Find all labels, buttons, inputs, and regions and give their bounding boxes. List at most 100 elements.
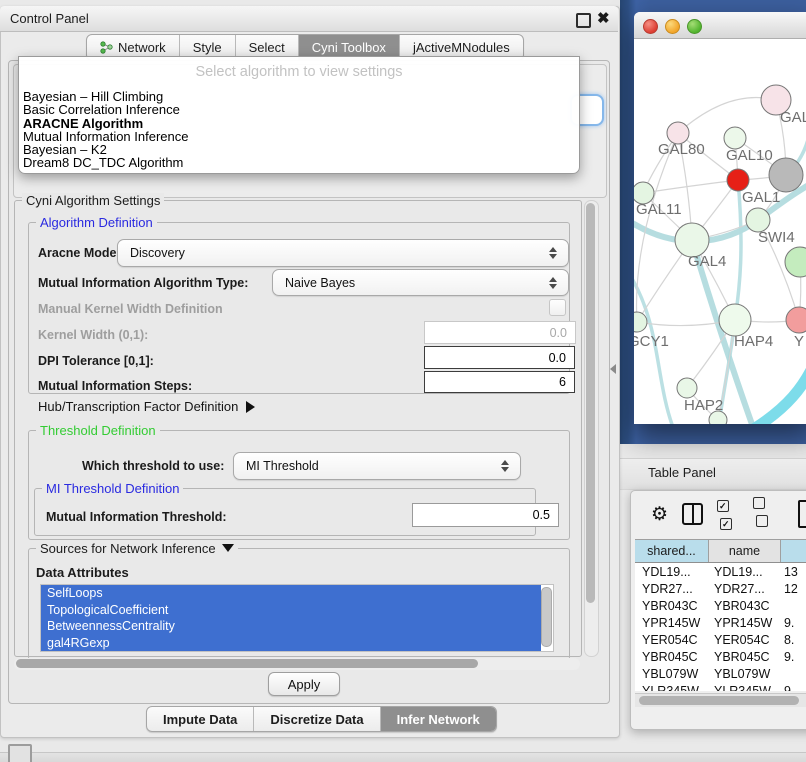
algorithm-option[interactable]: Bayesian – Hill Climbing	[23, 90, 575, 103]
table-cell: YER054C	[635, 633, 709, 647]
network-node[interactable]	[785, 247, 806, 277]
column-header-shared-name[interactable]: shared...	[635, 540, 709, 562]
dpi-tolerance-label: DPI Tolerance [0,1]:	[38, 354, 154, 368]
network-node[interactable]	[769, 158, 803, 192]
table-cell: YBL079W	[635, 667, 709, 681]
kernel-width-input: 0.0	[424, 321, 576, 344]
table-cell: YBR043C	[635, 599, 709, 613]
table-cell: YDL19...	[709, 565, 781, 579]
tab-infer-network[interactable]: Infer Network	[381, 707, 496, 731]
minimize-traffic-light-icon[interactable]	[665, 19, 680, 34]
attribute-item-selected[interactable]: gal4RGexp	[41, 635, 541, 652]
expand-arrow-icon[interactable]	[246, 401, 255, 413]
network-node-gal10[interactable]	[724, 127, 746, 149]
dpi-tolerance-input[interactable]: 0.0	[424, 346, 575, 369]
aracne-mode-value: Discovery	[118, 246, 544, 260]
network-node-gcy1[interactable]	[634, 312, 647, 332]
columns-icon[interactable]	[682, 503, 703, 525]
network-node-gal1[interactable]	[727, 169, 749, 191]
attribute-item-selected[interactable]: BetweennessCentrality	[41, 618, 541, 635]
zoom-traffic-light-icon[interactable]	[687, 19, 702, 34]
mi-algorithm-type-select[interactable]: Naive Bayes	[272, 269, 569, 296]
table-cell: YDL19...	[635, 565, 709, 579]
which-threshold-value: MI Threshold	[234, 459, 496, 473]
data-attributes-listbox[interactable]: SelfLoopsTopologicalCoefficientBetweenne…	[40, 584, 554, 652]
tab-discretize-data[interactable]: Discretize Data	[254, 707, 380, 731]
mi-threshold-input[interactable]: 0.5	[412, 503, 559, 527]
table-cell: YPR145W	[709, 616, 781, 630]
table-cell: 9.	[781, 684, 806, 692]
attribute-table: shared... name YDL19...YDL19...13YDR27..…	[635, 539, 806, 691]
table-cell: 9.	[781, 616, 806, 630]
network-node-label: Y	[794, 333, 804, 350]
network-node-gal4[interactable]	[675, 223, 709, 257]
tab-style-label: Style	[193, 40, 222, 55]
control-panel-titlebar[interactable]	[0, 6, 618, 32]
table-row[interactable]: YDL19...YDL19...13	[635, 563, 806, 580]
table-cell: YDR27...	[635, 582, 709, 596]
aracne-mode-select[interactable]: Discovery	[117, 239, 569, 267]
table-horizontal-scrollbar[interactable]	[635, 693, 806, 707]
split-pane-collapse-icon[interactable]	[610, 364, 616, 374]
attribute-item-selected[interactable]: TopologicalCoefficient	[41, 602, 541, 619]
table-row[interactable]: YPR145WYPR145W9.	[635, 614, 806, 631]
network-node-label: GAL11	[636, 201, 682, 218]
float-panel-icon[interactable]	[576, 13, 591, 28]
close-icon[interactable]: ✖	[597, 9, 610, 27]
mi-steps-value: 6	[559, 375, 566, 389]
sources-legend-label: Sources for Network Inference	[40, 541, 216, 556]
deselect-all-checkboxes-icon[interactable]	[753, 496, 776, 532]
network-node-hap4[interactable]	[719, 304, 751, 336]
network-node-label: GAL1	[742, 189, 780, 206]
close-traffic-light-icon[interactable]	[643, 19, 658, 34]
gear-icon[interactable]: ⚙	[651, 505, 668, 524]
algorithm-option[interactable]: ARACNE Algorithm	[23, 117, 575, 130]
table-row[interactable]: YBL079WYBL079W	[635, 665, 806, 682]
tab-discretize-data-label: Discretize Data	[270, 712, 363, 727]
table-cell: YBR043C	[709, 599, 781, 613]
attribute-item-selected[interactable]: SelfLoops	[41, 585, 541, 602]
network-node-y[interactable]	[786, 307, 806, 333]
table-row[interactable]: YBR043CYBR043C	[635, 597, 806, 614]
table-cell: YDR27...	[709, 582, 781, 596]
table-scrollbar-thumb[interactable]	[639, 696, 799, 705]
table-row[interactable]: YLR345WYLR345W9.	[635, 682, 806, 691]
column-header-name[interactable]: name	[709, 540, 781, 562]
network-node-label: GAL4	[688, 253, 726, 270]
network-node[interactable]	[709, 411, 727, 424]
which-threshold-select[interactable]: MI Threshold	[233, 452, 521, 480]
apply-button[interactable]: Apply	[268, 672, 340, 696]
tab-impute-data[interactable]: Impute Data	[147, 707, 254, 731]
settings-vertical-scrollbar[interactable]	[584, 200, 599, 657]
settings-hscroll-thumb[interactable]	[16, 659, 478, 668]
algorithm-option[interactable]: Basic Correlation Inference	[23, 103, 575, 116]
settings-vscroll-thumb[interactable]	[586, 203, 595, 603]
table-row[interactable]: YDR27...YDR27...12	[635, 580, 806, 597]
hub-definition-expander[interactable]: Hub/Transcription Factor Definition	[38, 399, 255, 414]
floating-panel-icon[interactable]	[8, 744, 32, 762]
table-row[interactable]: YBR045CYBR045C9.	[635, 648, 806, 665]
tab-cyni-toolbox-label: Cyni Toolbox	[312, 40, 386, 55]
table-row[interactable]: YER054CYER054C8.	[635, 631, 806, 648]
sources-legend[interactable]: Sources for Network Inference	[36, 541, 238, 556]
settings-horizontal-scrollbar[interactable]	[14, 658, 580, 670]
network-node-label: GAL10	[726, 147, 773, 164]
network-node-hap2[interactable]	[677, 378, 697, 398]
manual-kernel-width-checkbox[interactable]	[549, 299, 566, 316]
network-tab-icon	[100, 41, 113, 54]
document-icon[interactable]	[798, 500, 806, 528]
table-cell: YPR145W	[635, 616, 709, 630]
network-node-label: GAL	[780, 109, 806, 126]
bottom-tabs: Impute Data Discretize Data Infer Networ…	[146, 706, 497, 732]
network-window-titlebar[interactable]	[634, 12, 806, 39]
mi-steps-input[interactable]: 6	[424, 371, 575, 393]
algorithm-option[interactable]: Dream8 DC_TDC Algorithm	[23, 156, 575, 169]
collapse-arrow-icon[interactable]	[222, 544, 234, 552]
algorithm-option[interactable]: Mutual Information Inference	[23, 130, 575, 143]
algorithm-option[interactable]: Bayesian – K2	[23, 143, 575, 156]
network-canvas[interactable]: GALGAL80GAL10GAL1GAL11SWI4GAL4GCY1HAP4YH…	[634, 38, 806, 424]
select-all-checkboxes-icon[interactable]: ✓✓	[717, 496, 740, 532]
list-scrollbar-thumb[interactable]	[541, 587, 552, 647]
column-header-cut[interactable]	[781, 540, 806, 562]
table-toolbar: ⚙ ✓✓	[631, 491, 806, 537]
